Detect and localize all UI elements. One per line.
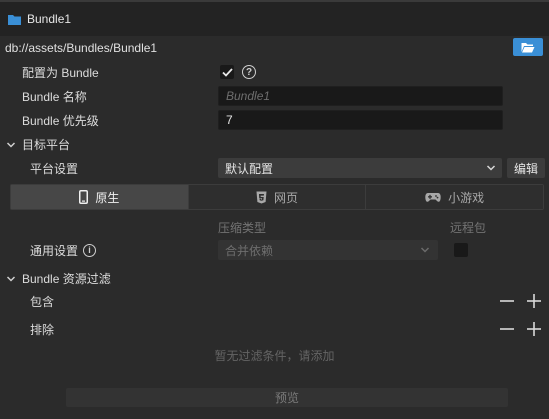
bundle-name-input[interactable]: Bundle1 xyxy=(218,86,503,106)
open-folder-button[interactable] xyxy=(513,38,543,56)
bundle-name-row: Bundle 名称 Bundle1 xyxy=(0,84,549,108)
include-label: 包含 xyxy=(30,294,55,309)
gamepad-icon xyxy=(425,192,441,202)
compression-type-value: 合并依赖 xyxy=(225,243,274,258)
minus-icon[interactable] xyxy=(500,322,514,336)
remote-bundle-checkbox[interactable] xyxy=(454,243,468,257)
chevron-down-icon xyxy=(486,165,496,171)
tab-native[interactable]: 原生 xyxy=(11,185,189,209)
panel-title: Bundle1 xyxy=(27,12,72,26)
help-icon[interactable]: ? xyxy=(242,65,256,79)
compression-type-header: 压缩类型 xyxy=(218,221,267,235)
empty-filter-note: 暂无过滤条件，请添加 xyxy=(214,349,335,363)
plus-icon[interactable] xyxy=(527,322,541,336)
asset-path: db://assets/Bundles/Bundle1 xyxy=(5,41,158,55)
platform-settings-row: 平台设置 默认配置 编辑 xyxy=(0,156,549,180)
minus-icon[interactable] xyxy=(500,294,514,308)
target-platform-label: 目标平台 xyxy=(22,138,71,152)
bundle-priority-row: Bundle 优先级 7 xyxy=(0,108,549,132)
info-icon[interactable]: i xyxy=(83,243,96,257)
bundle-name-placeholder: Bundle1 xyxy=(226,89,271,103)
target-platform-section[interactable]: 目标平台 xyxy=(6,136,70,153)
tab-web[interactable]: 网页 xyxy=(188,185,367,209)
bundle-priority-input[interactable]: 7 xyxy=(218,110,503,130)
tab-minigame-label: 小游戏 xyxy=(448,190,485,205)
general-settings-label: 通用设置 xyxy=(30,243,79,258)
is-bundle-label: 配置为 Bundle xyxy=(22,65,99,80)
include-row: 包含 xyxy=(0,289,549,313)
asset-path-row: db://assets/Bundles/Bundle1 xyxy=(0,36,549,60)
plus-icon[interactable] xyxy=(527,294,541,308)
phone-icon xyxy=(79,190,89,204)
html5-icon xyxy=(256,191,267,203)
preview-button[interactable]: 预览 xyxy=(66,388,508,407)
panel-header: Bundle1 xyxy=(0,0,549,36)
bundle-name-label: Bundle 名称 xyxy=(22,89,87,104)
is-bundle-checkbox[interactable] xyxy=(220,65,234,79)
tab-web-label: 网页 xyxy=(274,190,299,205)
compression-type-select[interactable]: 合并依赖 xyxy=(218,240,438,260)
folder-icon xyxy=(8,14,21,25)
chevron-down-icon xyxy=(6,275,16,282)
bundle-priority-label: Bundle 优先级 xyxy=(22,113,99,128)
resource-filter-section[interactable]: Bundle 资源过滤 xyxy=(6,270,111,287)
resource-filter-label: Bundle 资源过滤 xyxy=(22,272,111,286)
chevron-down-icon xyxy=(6,141,16,148)
tab-native-label: 原生 xyxy=(95,190,120,205)
platform-tabs: 原生 网页 小游戏 xyxy=(10,184,544,210)
platform-settings-label: 平台设置 xyxy=(30,161,79,176)
platform-config-value: 默认配置 xyxy=(225,161,274,176)
is-bundle-row: 配置为 Bundle ? xyxy=(0,60,549,84)
bundle-priority-value: 7 xyxy=(226,113,233,127)
exclude-row: 排除 xyxy=(0,317,549,341)
chevron-down-icon xyxy=(420,247,430,253)
remote-bundle-header: 远程包 xyxy=(450,221,487,235)
check-icon xyxy=(221,67,233,77)
tab-minigame[interactable]: 小游戏 xyxy=(366,185,544,209)
edit-config-button[interactable]: 编辑 xyxy=(507,158,545,178)
exclude-label: 排除 xyxy=(30,322,55,337)
folder-open-icon xyxy=(521,42,535,52)
platform-config-select[interactable]: 默认配置 xyxy=(218,158,502,178)
